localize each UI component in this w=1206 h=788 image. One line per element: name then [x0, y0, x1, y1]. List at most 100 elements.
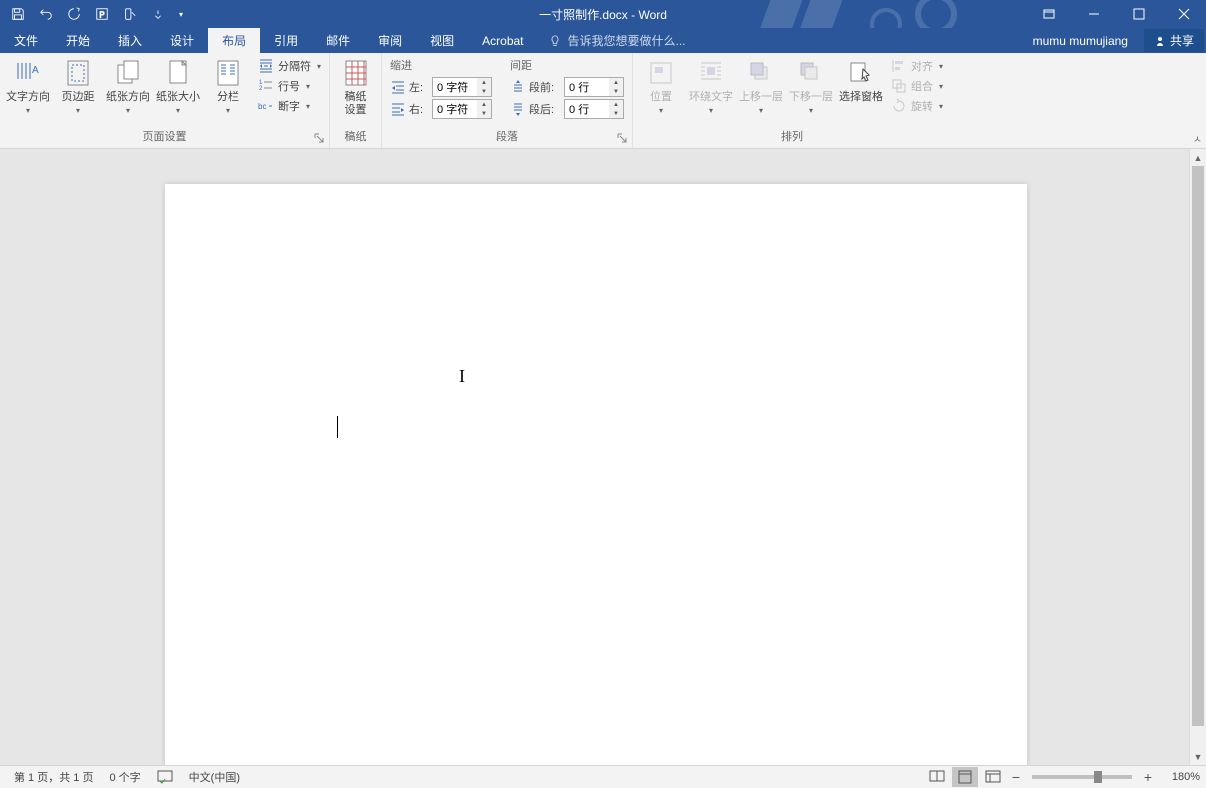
forward-icon [745, 57, 777, 89]
indent-right-up[interactable]: ▲ [477, 100, 491, 109]
lightbulb-icon [548, 34, 562, 48]
tab-references[interactable]: 引用 [260, 28, 312, 53]
forward-label: 上移一层 [739, 91, 783, 104]
language-button[interactable]: 中文(中国) [181, 769, 248, 785]
tab-view[interactable]: 视图 [416, 28, 468, 53]
qat-customize-button[interactable]: ▾ [174, 2, 188, 26]
zoom-percent[interactable]: 180% [1158, 771, 1200, 783]
tell-me-placeholder: 告诉我您想要做什么... [568, 32, 686, 49]
page-setup-launcher[interactable] [314, 133, 326, 145]
orientation-button[interactable]: 纸张方向 ▾ [104, 55, 152, 117]
document-canvas[interactable]: I ▲ ▼ [0, 149, 1206, 765]
page-setup-small: 分隔符▾ 12 行号▾ bc 断字▾ [254, 55, 325, 115]
print-layout-button[interactable] [952, 767, 978, 787]
wrap-label: 环绕文字 [689, 91, 733, 104]
indent-left-down[interactable]: ▼ [477, 87, 491, 96]
indent-left-up[interactable]: ▲ [477, 78, 491, 87]
svg-text:A: A [32, 65, 39, 76]
backward-icon [795, 57, 827, 89]
selection-pane-button[interactable]: 选择窗格 [837, 55, 885, 106]
group-label-page-setup: 页面设置 [4, 126, 325, 148]
save-button[interactable] [6, 2, 30, 26]
spacing-section: 间距 段前: ▲▼ 段后: ▲▼ [506, 55, 628, 121]
tab-mailings[interactable]: 邮件 [312, 28, 364, 53]
arrange-small: 对齐▾ 组合▾ 旋转▾ [887, 55, 947, 115]
user-name[interactable]: mumu mumujiang [1025, 34, 1136, 48]
tab-design[interactable]: 设计 [156, 28, 208, 53]
share-button[interactable]: 共享 [1144, 29, 1204, 52]
tab-home[interactable]: 开始 [52, 28, 104, 53]
indent-right-down[interactable]: ▼ [477, 109, 491, 118]
columns-icon [212, 57, 244, 89]
margins-label: 页边距 [62, 91, 95, 104]
tab-acrobat[interactable]: Acrobat [468, 28, 537, 53]
tab-file[interactable]: 文件 [0, 28, 52, 53]
undo-button[interactable] [34, 2, 58, 26]
close-button[interactable] [1161, 0, 1206, 28]
line-numbers-icon: 12 [258, 78, 274, 94]
group-label-paragraph: 段落 [386, 126, 628, 148]
scroll-thumb[interactable] [1192, 166, 1204, 726]
spacing-before-up[interactable]: ▲ [609, 78, 623, 87]
minimize-button[interactable] [1071, 0, 1116, 28]
title-decoration [706, 0, 986, 28]
rotate-button: 旋转▾ [887, 97, 947, 115]
read-mode-button[interactable] [924, 767, 950, 787]
page[interactable]: I [165, 184, 1027, 765]
line-numbers-button[interactable]: 12 行号▾ [254, 77, 325, 95]
publisher-button[interactable]: P [90, 2, 114, 26]
tell-me-search[interactable]: 告诉我您想要做什么... [538, 28, 696, 53]
hyphenation-button[interactable]: bc 断字▾ [254, 97, 325, 115]
size-label: 纸张大小 [156, 91, 200, 104]
web-layout-button[interactable] [980, 767, 1006, 787]
send-backward-button: 下移一层 ▾ [787, 55, 835, 117]
share-icon [1154, 35, 1166, 47]
zoom-in-button[interactable]: + [1140, 769, 1156, 785]
touch-mode-button[interactable] [118, 2, 142, 26]
page-count[interactable]: 第 1 页，共 1 页 [6, 769, 101, 785]
indent-left-icon [390, 79, 406, 95]
tab-insert[interactable]: 插入 [104, 28, 156, 53]
size-icon [162, 57, 194, 89]
scroll-track[interactable] [1190, 166, 1206, 748]
indent-section: 缩进 左: ▲▼ 右: ▲▼ [386, 55, 496, 121]
spacing-after-down[interactable]: ▼ [609, 109, 623, 118]
zoom-slider[interactable] [1032, 775, 1132, 779]
spacing-before-down[interactable]: ▼ [609, 87, 623, 96]
group-label-manuscript: 稿纸 [334, 126, 377, 148]
breaks-icon [258, 58, 274, 74]
wrap-icon [695, 57, 727, 89]
collapse-ribbon-button[interactable]: ㅅ [1193, 131, 1202, 146]
chevron-down-icon: ▾ [176, 106, 180, 115]
indent-left-label: 左: [409, 79, 429, 95]
spellcheck-button[interactable] [149, 770, 181, 784]
redo-button[interactable] [62, 2, 86, 26]
size-button[interactable]: 纸张大小 ▾ [154, 55, 202, 117]
zoom-out-button[interactable]: − [1008, 769, 1024, 785]
backward-label: 下移一层 [789, 91, 833, 104]
maximize-button[interactable] [1116, 0, 1161, 28]
paragraph-launcher[interactable] [617, 133, 629, 145]
vertical-scrollbar[interactable]: ▲ ▼ [1189, 149, 1206, 765]
spacing-after-row: 段后: ▲▼ [510, 99, 624, 119]
group-icon [891, 78, 907, 94]
status-right: − + 180% [924, 767, 1200, 787]
ribbon-options-button[interactable] [1026, 0, 1071, 28]
margins-button[interactable]: 页边距 ▾ [54, 55, 102, 117]
manuscript-settings-button[interactable]: 稿纸 设置 [334, 55, 377, 119]
svg-text:bc: bc [258, 102, 266, 111]
word-count[interactable]: 0 个字 [101, 769, 148, 785]
columns-button[interactable]: 分栏 ▾ [204, 55, 252, 117]
scroll-up-button[interactable]: ▲ [1190, 149, 1206, 166]
breaks-button[interactable]: 分隔符▾ [254, 57, 325, 75]
qat-more-button[interactable] [146, 2, 170, 26]
spacing-before-label: 段前: [529, 79, 561, 95]
spacing-after-up[interactable]: ▲ [609, 100, 623, 109]
tab-layout[interactable]: 布局 [208, 28, 260, 53]
text-direction-button[interactable]: A 文字方向 ▾ [4, 55, 52, 117]
spacing-before-row: 段前: ▲▼ [510, 77, 624, 97]
scroll-down-button[interactable]: ▼ [1190, 748, 1206, 765]
tab-review[interactable]: 审阅 [364, 28, 416, 53]
zoom-thumb[interactable] [1094, 771, 1102, 783]
position-icon [645, 57, 677, 89]
